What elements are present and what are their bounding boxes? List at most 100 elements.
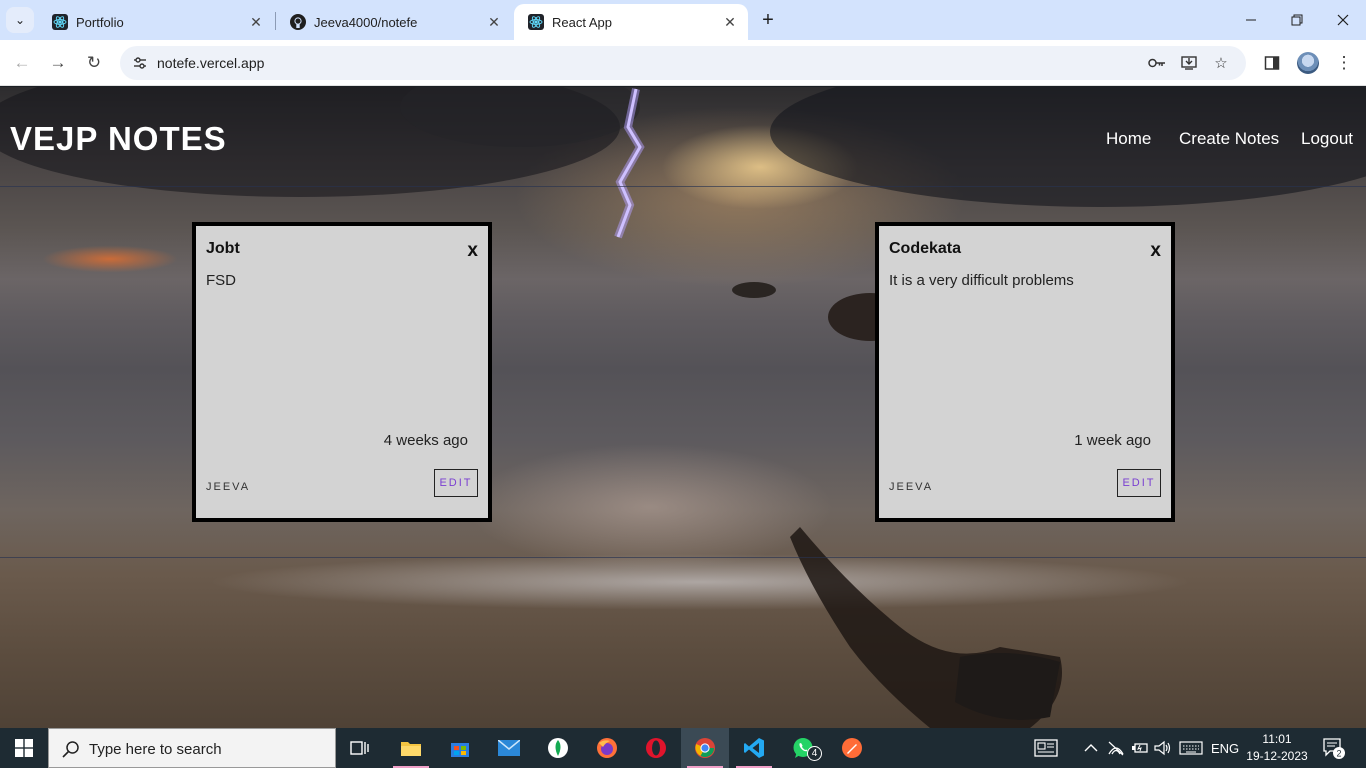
tab-title: Jeeva4000/notefe xyxy=(314,14,418,30)
notification-count: 2 xyxy=(1336,749,1341,759)
task-view-icon xyxy=(350,741,369,755)
network-icon[interactable] xyxy=(1107,728,1125,768)
url-text: notefe.vercel.app xyxy=(157,55,265,71)
nav-logout[interactable]: Logout xyxy=(1301,129,1353,149)
news-widget-icon[interactable] xyxy=(1034,728,1058,768)
install-app-icon[interactable] xyxy=(1178,52,1200,74)
taskbar-microsoft-store[interactable] xyxy=(436,728,484,768)
note-body: FSD xyxy=(206,272,236,289)
windows-taskbar: Type here to search 4 ENG 11:01 19-12-20… xyxy=(0,728,1366,768)
chevron-down-icon: ⌄ xyxy=(14,13,26,27)
clock-date: 19-12-2023 xyxy=(1246,749,1308,763)
note-author: JEEVA xyxy=(206,481,251,493)
close-icon[interactable]: ✕ xyxy=(246,12,266,32)
search-placeholder: Type here to search xyxy=(89,741,222,758)
restore-button[interactable] xyxy=(1274,0,1320,40)
search-icon xyxy=(62,741,79,758)
battery-icon[interactable] xyxy=(1131,728,1149,768)
taskbar-chrome[interactable] xyxy=(681,728,729,768)
note-card: Jobt x FSD 4 weeks ago JEEVA EDIT xyxy=(192,222,492,522)
note-title: Codekata xyxy=(889,240,962,257)
browser-toolbar: ← → ↻ notefe.vercel.app ☆ ⋮ xyxy=(0,40,1366,86)
side-panel-button[interactable] xyxy=(1258,49,1286,77)
edit-note-button[interactable]: EDIT xyxy=(434,469,478,497)
close-icon xyxy=(1337,14,1349,26)
arrow-left-icon: ← xyxy=(13,53,31,72)
note-timestamp: 1 week ago xyxy=(1074,432,1151,449)
close-window-button[interactable] xyxy=(1320,0,1366,40)
new-tab-button[interactable]: + xyxy=(756,8,780,32)
nav-create-notes[interactable]: Create Notes xyxy=(1179,129,1279,149)
note-title: Jobt xyxy=(206,240,240,257)
forward-button[interactable]: → xyxy=(44,49,72,77)
taskbar-search-box[interactable]: Type here to search xyxy=(48,728,336,768)
tab-title: React App xyxy=(552,14,612,30)
firefox-icon xyxy=(597,738,617,758)
taskbar-postman[interactable] xyxy=(828,728,876,768)
minimize-icon xyxy=(1246,19,1256,21)
mongodb-icon xyxy=(548,738,568,758)
plus-icon: + xyxy=(762,8,774,31)
clock-time: 11:01 xyxy=(1262,732,1292,746)
close-icon[interactable]: ✕ xyxy=(720,12,740,32)
close-icon[interactable]: ✕ xyxy=(484,12,504,32)
note-body: It is a very difficult problems xyxy=(889,272,1074,289)
tab-title: Portfolio xyxy=(76,14,124,30)
notification-center-button[interactable]: 2 xyxy=(1322,736,1346,760)
taskbar-whatsapp[interactable]: 4 xyxy=(779,728,827,768)
react-icon xyxy=(52,14,68,30)
app-page: VEJP NOTES Home Create Notes Logout Jobt… xyxy=(0,87,1366,728)
notification-icon: 2 xyxy=(1323,738,1345,759)
profile-avatar[interactable] xyxy=(1297,52,1319,74)
site-info-icon[interactable] xyxy=(128,51,152,75)
chrome-icon xyxy=(695,738,715,758)
tab-github[interactable]: Jeeva4000/notefe ✕ xyxy=(276,4,512,40)
language-indicator[interactable]: ENG xyxy=(1211,728,1239,768)
taskbar-mongodb-compass[interactable] xyxy=(534,728,582,768)
app-brand: VEJP NOTES xyxy=(10,120,227,157)
taskbar-firefox[interactable] xyxy=(583,728,631,768)
note-card: Codekata x It is a very difficult proble… xyxy=(875,222,1175,522)
windows-logo-icon xyxy=(15,739,33,757)
react-icon xyxy=(528,14,544,30)
taskbar-file-explorer[interactable] xyxy=(387,728,435,768)
back-button[interactable]: ← xyxy=(8,49,36,77)
reload-button[interactable]: ↻ xyxy=(80,49,108,77)
store-icon xyxy=(451,743,469,757)
vscode-icon xyxy=(744,738,764,758)
bookmark-star-icon[interactable]: ☆ xyxy=(1210,52,1232,74)
system-clock[interactable]: 11:01 19-12-2023 xyxy=(1246,731,1308,765)
minimize-button[interactable] xyxy=(1228,0,1274,40)
restore-icon xyxy=(1291,14,1303,26)
volume-icon[interactable] xyxy=(1154,728,1172,768)
tab-portfolio[interactable]: Portfolio ✕ xyxy=(38,4,274,40)
chevron-up-icon[interactable] xyxy=(1084,728,1098,768)
more-vertical-icon: ⋮ xyxy=(1335,53,1353,72)
taskbar-vscode[interactable] xyxy=(730,728,778,768)
browser-tab-strip: ⌄ Portfolio ✕ Jeeva4000/notefe ✕ React A… xyxy=(0,0,1366,40)
edit-note-button[interactable]: EDIT xyxy=(1117,469,1161,497)
task-view-button[interactable] xyxy=(336,728,384,768)
menu-button[interactable]: ⋮ xyxy=(1330,49,1358,77)
reload-icon: ↻ xyxy=(86,53,102,72)
divider-line xyxy=(0,186,1366,187)
password-key-icon[interactable] xyxy=(1146,52,1168,74)
delete-note-button[interactable]: x xyxy=(467,240,478,262)
delete-note-button[interactable]: x xyxy=(1150,240,1161,262)
address-bar[interactable]: notefe.vercel.app ☆ xyxy=(120,46,1246,80)
side-panel-icon xyxy=(1264,56,1280,70)
tab-search-button[interactable]: ⌄ xyxy=(6,7,34,33)
arrow-right-icon: → xyxy=(49,53,67,72)
note-timestamp: 4 weeks ago xyxy=(383,432,468,449)
tab-react-app[interactable]: React App ✕ xyxy=(514,4,748,40)
opera-icon xyxy=(646,738,666,758)
nav-home[interactable]: Home xyxy=(1106,129,1151,149)
start-button[interactable] xyxy=(0,728,48,768)
mail-icon xyxy=(498,740,520,756)
taskbar-opera[interactable] xyxy=(632,728,680,768)
keyboard-icon[interactable] xyxy=(1179,728,1203,768)
taskbar-mail[interactable] xyxy=(485,728,533,768)
folder-icon xyxy=(401,742,421,756)
note-author: JEEVA xyxy=(889,481,934,493)
postman-icon xyxy=(842,738,862,758)
